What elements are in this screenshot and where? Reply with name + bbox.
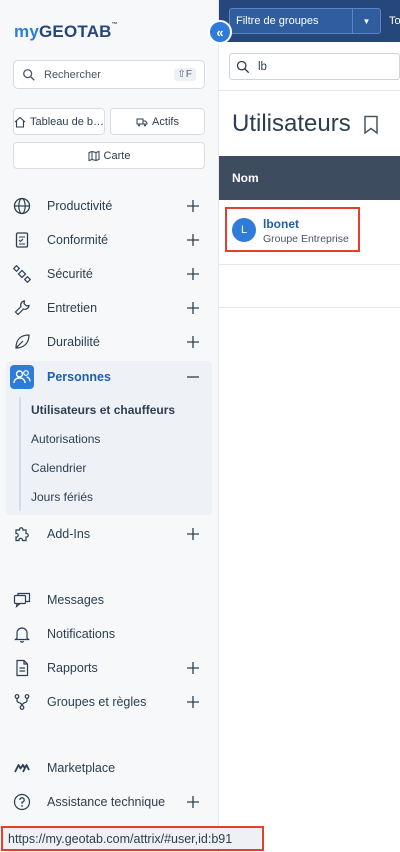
messages-icon [13, 592, 31, 609]
sidebar-item-marketplace[interactable]: Marketplace [0, 752, 212, 784]
topbar-truncated-label[interactable]: To [389, 15, 400, 27]
plus-icon[interactable] [185, 198, 201, 214]
geotab-logo[interactable]: myGEOTAB™ [14, 22, 118, 42]
plus-icon[interactable] [185, 694, 201, 710]
sub-item-utilisateurs[interactable]: Utilisateurs et chauffeurs [31, 403, 175, 417]
minus-icon[interactable] [185, 369, 201, 385]
sidebar-item-productivite[interactable]: Productivité [0, 190, 212, 222]
status-url-bar: https://my.geotab.com/attrix/#user,id:b9… [1, 826, 264, 851]
map-button[interactable]: Carte [13, 142, 205, 169]
report-icon [16, 659, 29, 677]
user-name-link[interactable]: lbonet [263, 217, 299, 231]
sub-item-autorisations[interactable]: Autorisations [31, 432, 100, 446]
double-chevron-left-icon: « [216, 24, 224, 40]
sidebar-item-notifications[interactable]: Notifications [0, 618, 212, 650]
sidebar-item-personnes[interactable]: Personnes [0, 361, 212, 393]
user-search-input[interactable]: lb [229, 53, 400, 80]
sidebar-item-securite[interactable]: Sécurité [0, 258, 212, 290]
sidebar-item-conformite[interactable]: Conformité [0, 224, 212, 256]
page-title: Utilisateurs [232, 110, 351, 137]
bookmark-icon[interactable] [362, 115, 380, 135]
search-placeholder: Rechercher [44, 68, 101, 81]
collapse-sidebar-button[interactable]: « [208, 20, 232, 44]
submenu-line [19, 397, 21, 511]
table-header: Nom [219, 156, 400, 200]
rules-icon [14, 694, 30, 710]
leaf-icon [15, 334, 30, 349]
globe-icon [13, 197, 31, 215]
truck-icon [136, 118, 148, 126]
sidebar-item-rapports[interactable]: Rapports [0, 652, 212, 684]
sidebar-search[interactable]: Rechercher ⇧F [13, 60, 205, 89]
marketplace-icon [14, 764, 30, 773]
sidebar-item-messages[interactable]: Messages [0, 584, 212, 616]
clipboard-icon [15, 232, 29, 248]
column-name[interactable]: Nom [232, 171, 259, 185]
group-filter-dropdown[interactable]: Filtre de groupes ▼ [229, 8, 381, 34]
avatar: L [232, 218, 256, 242]
map-icon [88, 150, 100, 161]
plus-icon[interactable] [185, 526, 201, 542]
search-icon [23, 68, 35, 81]
plus-icon[interactable] [185, 300, 201, 316]
bell-icon [14, 627, 30, 643]
sub-item-calendrier[interactable]: Calendrier [31, 461, 86, 475]
puzzle-icon [15, 527, 29, 542]
divider [219, 90, 400, 91]
assets-button[interactable]: Actifs [110, 108, 205, 135]
table-row-empty [219, 266, 400, 308]
plus-icon[interactable] [185, 266, 201, 282]
sidebar-item-assistance[interactable]: Assistance technique [0, 786, 212, 818]
sidebar-item-durabilite[interactable]: Durabilité [0, 326, 212, 358]
sidebar-item-add-ins[interactable]: Add-Ins [0, 518, 212, 550]
sub-item-jours-feries[interactable]: Jours fériés [31, 490, 93, 504]
satellite-icon [13, 265, 31, 283]
user-group: Groupe Entreprise [263, 233, 349, 245]
plus-icon[interactable] [185, 232, 201, 248]
search-icon [236, 60, 250, 73]
sidebar-item-groupes[interactable]: Groupes et règles [0, 686, 212, 718]
search-value: lb [258, 60, 267, 73]
dashboard-button[interactable]: Tableau de b… [13, 108, 105, 135]
plus-icon[interactable] [185, 794, 201, 810]
plus-icon[interactable] [185, 660, 201, 676]
sidebar-item-entretien[interactable]: Entretien [0, 292, 212, 324]
chevron-down-icon: ▼ [352, 9, 380, 33]
search-shortcut: ⇧F [173, 68, 196, 81]
wrench-icon [14, 300, 30, 316]
home-icon [14, 116, 26, 128]
sidebar: myGEOTAB™ Rechercher ⇧F Tableau de b… Ac… [0, 0, 219, 852]
plus-icon[interactable] [185, 334, 201, 350]
help-icon [13, 793, 31, 811]
